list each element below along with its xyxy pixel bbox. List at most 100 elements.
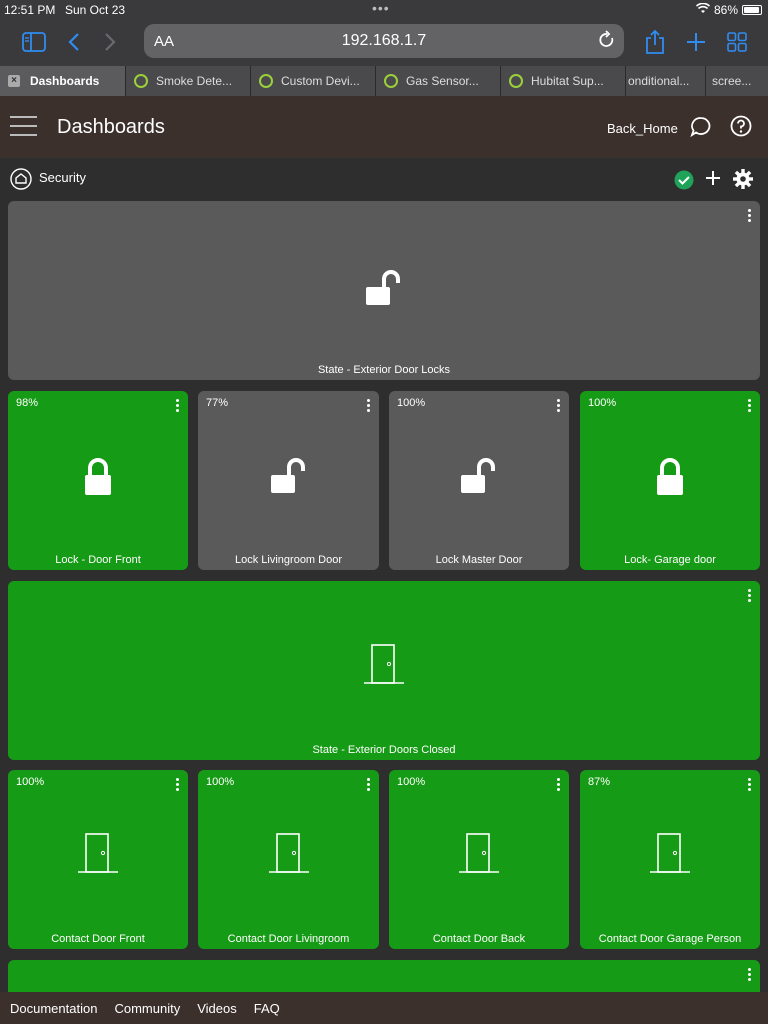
- tile-contact-door-garage-person[interactable]: 87% Contact Door Garage Person: [580, 770, 760, 949]
- unlocked-icon: [364, 269, 404, 314]
- tile-lock-garage-door[interactable]: 100% Lock- Garage door: [580, 391, 760, 570]
- hubitat-favicon-icon: [134, 74, 148, 88]
- battery-level: 87%: [588, 776, 611, 788]
- page-title: Dashboards: [57, 116, 165, 138]
- browser-tab-screen[interactable]: scree...: [706, 66, 768, 96]
- battery-level: 100%: [206, 776, 235, 788]
- menu-icon[interactable]: [10, 116, 37, 136]
- unlocked-icon: [459, 457, 499, 502]
- battery-level: 98%: [16, 397, 39, 409]
- tile-menu-icon[interactable]: [748, 968, 752, 983]
- tile-label: Contact Door Back: [432, 933, 526, 945]
- browser-tab-smoke[interactable]: Smoke Dete...: [126, 66, 251, 96]
- app-header: Dashboards Back_Home: [0, 96, 768, 158]
- tab-overview-icon[interactable]: [723, 28, 751, 56]
- battery-level: 100%: [397, 397, 426, 409]
- reload-icon[interactable]: [598, 30, 616, 55]
- tile-menu-icon[interactable]: [367, 778, 371, 793]
- locked-icon: [656, 458, 684, 501]
- battery-percent: 86%: [713, 3, 738, 17]
- sidebar-toggle-icon[interactable]: [20, 28, 48, 56]
- unlocked-icon: [269, 457, 309, 502]
- battery-level: 77%: [206, 397, 229, 409]
- door-closed-icon: [458, 832, 500, 881]
- tile-menu-icon[interactable]: [176, 399, 180, 414]
- documentation-link[interactable]: Documentation: [10, 1001, 97, 1016]
- tab-label: Gas Sensor...: [406, 74, 479, 88]
- tile-menu-icon[interactable]: [748, 209, 752, 224]
- tab-label: scree...: [712, 74, 752, 88]
- browser-tab-custom[interactable]: Custom Devi...: [251, 66, 376, 96]
- battery-icon: [742, 5, 762, 15]
- battery-level: 100%: [397, 776, 426, 788]
- browser-tab-dashboards[interactable]: × Dashboards: [0, 66, 126, 96]
- door-closed-icon: [363, 643, 405, 692]
- tile-label: Lock- Garage door: [624, 554, 716, 566]
- tab-label: Hubitat Sup...: [531, 74, 604, 88]
- door-closed-icon: [649, 832, 691, 881]
- gear-icon[interactable]: [733, 169, 753, 194]
- community-link[interactable]: Community: [114, 1001, 180, 1016]
- hubitat-favicon-icon: [509, 74, 523, 88]
- share-icon[interactable]: [641, 28, 669, 56]
- wifi-icon: [695, 2, 711, 17]
- close-tab-icon[interactable]: ×: [8, 75, 20, 87]
- tab-label: Dashboards: [30, 74, 100, 88]
- tile-lock-door-front[interactable]: 98% Lock - Door Front: [8, 391, 188, 570]
- tile-label: Contact Door Garage Person: [598, 933, 742, 945]
- chat-bubble-icon[interactable]: [690, 116, 712, 143]
- back-home-link[interactable]: Back_Home: [607, 121, 678, 136]
- tile-label: Lock Master Door: [435, 554, 523, 566]
- address-bar[interactable]: AA 192.168.1.7: [144, 24, 624, 58]
- hubitat-favicon-icon: [384, 74, 398, 88]
- tile-menu-icon[interactable]: [557, 399, 561, 414]
- home-icon[interactable]: [10, 168, 32, 195]
- tile-contact-door-livingroom[interactable]: 100% Contact Door Livingroom: [198, 770, 379, 949]
- tile-label: Contact Door Front: [51, 933, 145, 945]
- tile-label: Lock - Door Front: [55, 554, 141, 566]
- dashboard-name: Security: [39, 170, 86, 185]
- status-date: Sun Oct 23: [65, 3, 126, 17]
- tab-label: onditional...: [628, 74, 690, 88]
- status-check-icon: [674, 170, 694, 195]
- tile-lock-livingroom-door[interactable]: 77% Lock Livingroom Door: [198, 391, 379, 570]
- back-arrow-icon[interactable]: [60, 28, 88, 56]
- hubitat-favicon-icon: [259, 74, 273, 88]
- multitask-dots-icon[interactable]: •••: [372, 0, 390, 16]
- browser-toolbar: AA 192.168.1.7: [0, 20, 768, 66]
- browser-tab-support[interactable]: Hubitat Sup...: [501, 66, 626, 96]
- tile-state-exterior-door-locks[interactable]: State - Exterior Door Locks: [8, 201, 760, 380]
- tile-menu-icon[interactable]: [748, 778, 752, 793]
- videos-link[interactable]: Videos: [197, 1001, 237, 1016]
- faq-link[interactable]: FAQ: [254, 1001, 280, 1016]
- door-closed-icon: [268, 832, 310, 881]
- new-tab-icon[interactable]: [682, 28, 710, 56]
- status-right: 86%: [695, 2, 762, 17]
- tab-label: Custom Devi...: [281, 74, 360, 88]
- door-closed-icon: [77, 832, 119, 881]
- tile-contact-door-front[interactable]: 100% Contact Door Front: [8, 770, 188, 949]
- status-bar: 12:51 PM Sun Oct 23 ••• 86%: [0, 0, 768, 20]
- url-text[interactable]: 192.168.1.7: [144, 32, 624, 50]
- status-time: 12:51 PM: [4, 3, 56, 17]
- tile-label: State - Exterior Doors Closed: [312, 744, 456, 756]
- browser-tab-gas[interactable]: Gas Sensor...: [376, 66, 501, 96]
- tile-label: State - Exterior Door Locks: [317, 364, 451, 376]
- tile-menu-icon[interactable]: [557, 778, 561, 793]
- tile-contact-door-back[interactable]: 100% Contact Door Back: [389, 770, 569, 949]
- tile-menu-icon[interactable]: [176, 778, 180, 793]
- tile-lock-master-door[interactable]: 100% Lock Master Door: [389, 391, 569, 570]
- tab-label: Smoke Dete...: [156, 74, 233, 88]
- battery-level: 100%: [16, 776, 45, 788]
- tile-label: Contact Door Livingroom: [227, 933, 350, 945]
- forward-arrow-icon[interactable]: [96, 28, 124, 56]
- tile-menu-icon[interactable]: [367, 399, 371, 414]
- tile-menu-icon[interactable]: [748, 399, 752, 414]
- dashboard-bar: Security: [0, 158, 768, 198]
- help-icon[interactable]: [730, 115, 752, 142]
- browser-tab-conditional[interactable]: onditional...: [626, 66, 706, 96]
- browser-tabs: × Dashboards Smoke Dete... Custom Devi..…: [0, 66, 768, 96]
- add-tile-icon[interactable]: [705, 166, 721, 192]
- tile-state-exterior-doors-closed[interactable]: State - Exterior Doors Closed: [8, 581, 760, 760]
- tile-menu-icon[interactable]: [748, 589, 752, 604]
